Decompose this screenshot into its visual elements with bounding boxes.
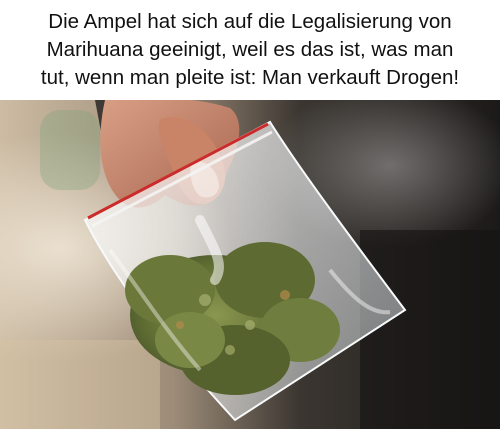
caption-line-2: Marihuana geeinigt, weil es das ist, was… <box>46 38 454 61</box>
caption-line-1: Die Ampel hat sich auf die Legalisierung… <box>48 10 452 33</box>
photo-illustration <box>0 100 500 429</box>
meme-photo <box>0 100 500 429</box>
caption-line-3: tut, wenn man pleite ist: Man verkauft D… <box>40 66 460 89</box>
meme-caption: Die Ampel hat sich auf die Legalisierung… <box>0 0 500 100</box>
